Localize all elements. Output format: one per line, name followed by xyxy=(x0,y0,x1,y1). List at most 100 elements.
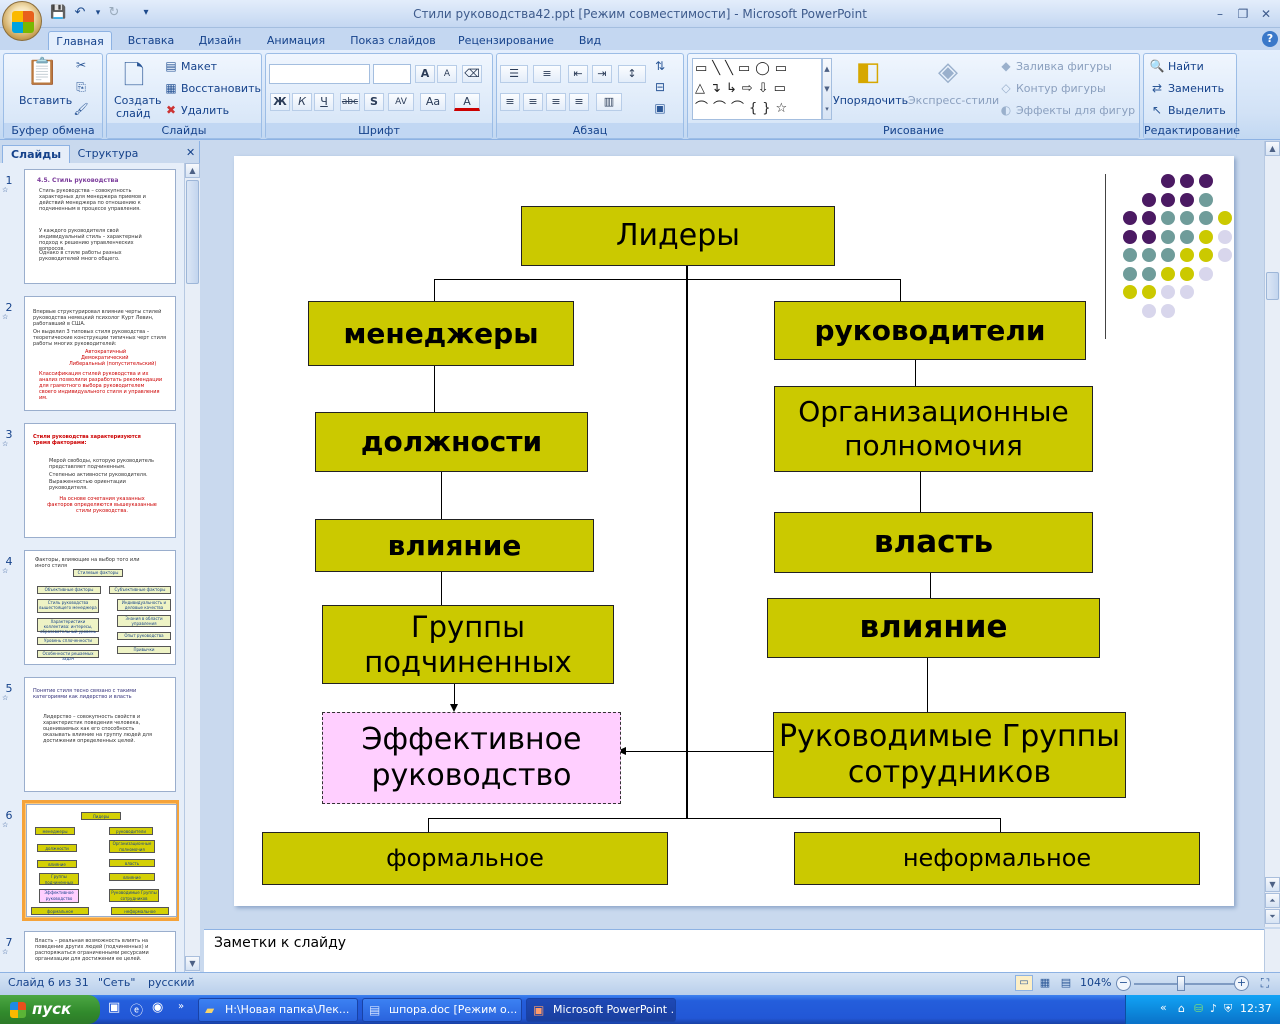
increase-indent-icon[interactable]: ⇥ xyxy=(592,65,612,83)
justify-icon[interactable]: ≡ xyxy=(569,93,589,111)
zoom-slider-thumb[interactable] xyxy=(1177,976,1185,991)
ie-quicklaunch-icon[interactable]: ⓔ xyxy=(130,1000,146,1019)
shapes-gallery[interactable]: ▭╲╲▭◯▭ △↴↳⇨⇩▭ ⌒⌒⌒{}☆ xyxy=(692,58,822,120)
shape-effects-button[interactable]: Эффекты для фигур xyxy=(1016,104,1135,117)
tray-expand-icon[interactable]: « xyxy=(1160,1001,1174,1014)
slide-thumbnail-4[interactable]: Факторы, влияющие на выбор того или иног… xyxy=(24,550,176,665)
delete-slide-icon[interactable]: ✖ xyxy=(163,102,179,118)
arrange-icon[interactable]: ◧ xyxy=(850,57,886,91)
italic-button[interactable]: К xyxy=(292,93,312,111)
select-icon[interactable]: ↖ xyxy=(1149,102,1165,118)
slide-thumbnail-5[interactable]: Понятие стиля тесно связано с такими кат… xyxy=(24,677,176,792)
columns-icon[interactable]: ▥ xyxy=(596,93,622,111)
new-slide-icon[interactable]: 🗋 xyxy=(117,57,151,91)
antivirus-icon[interactable]: ⛨ xyxy=(1224,1002,1232,1016)
align-text-icon[interactable]: ⊟ xyxy=(652,79,668,95)
help-icon[interactable]: ? xyxy=(1262,31,1278,47)
line-spacing-icon[interactable]: ↕ xyxy=(618,65,646,83)
case-button[interactable]: Aa xyxy=(420,93,446,111)
paste-icon[interactable]: 📋 xyxy=(26,57,58,91)
previous-slide-icon[interactable]: ⏶ xyxy=(1265,893,1280,908)
fit-to-window-icon[interactable]: ⛶ xyxy=(1256,976,1274,991)
tab-slideshow[interactable]: Показ слайдов xyxy=(343,31,443,50)
ppt-quicklaunch-icon[interactable]: ▣ xyxy=(108,1000,124,1018)
slide-thumbnail-2[interactable]: Впервые структурировал влияние черты сти… xyxy=(24,296,176,411)
replace-icon[interactable]: ⇄ xyxy=(1149,80,1165,96)
font-color-button[interactable]: A xyxy=(454,93,480,111)
paste-button[interactable]: Вставить xyxy=(19,94,72,107)
volume-icon[interactable]: ♪ xyxy=(1210,1002,1217,1015)
quick-styles-icon[interactable]: ◈ xyxy=(930,57,966,91)
taskbar-folder-window[interactable]: ▰ H:\Новая папка\Лек... xyxy=(198,998,358,1022)
arrange-button[interactable]: Упорядочить xyxy=(833,94,908,107)
shapes-gallery-scroll-icon[interactable]: ▲ ▼ ▾ xyxy=(822,58,832,120)
find-button[interactable]: Найти xyxy=(1168,60,1204,73)
language-status[interactable]: русский xyxy=(148,976,195,989)
zoom-level[interactable]: 104% xyxy=(1080,976,1111,989)
normal-view-icon[interactable]: ▭ xyxy=(1015,975,1033,991)
quick-styles-button[interactable]: Экспресс-стили xyxy=(908,94,999,107)
tab-design[interactable]: Дизайн xyxy=(190,31,250,50)
media-quicklaunch-icon[interactable]: ◉ xyxy=(152,1000,168,1018)
shape-fill-icon[interactable]: ◆ xyxy=(998,58,1014,74)
zoom-out-icon[interactable]: − xyxy=(1116,976,1131,991)
underline-button[interactable]: Ч xyxy=(314,93,334,111)
font-name-combo[interactable] xyxy=(269,64,370,84)
grow-font-button[interactable]: A xyxy=(415,65,435,83)
slide-thumbnail-1[interactable]: 4.5. Стиль руководства Стиль руководства… xyxy=(24,169,176,284)
notes-placeholder[interactable]: Заметки к слайду xyxy=(214,935,346,951)
next-slide-icon[interactable]: ⏷ xyxy=(1265,909,1280,924)
start-button[interactable]: пуск xyxy=(0,995,100,1024)
tab-insert[interactable]: Вставка xyxy=(120,31,182,50)
numbering-icon[interactable]: ≡ xyxy=(533,65,561,83)
scroll-up-icon[interactable]: ▲ xyxy=(185,163,200,178)
tab-review[interactable]: Рецензирование xyxy=(452,31,560,50)
reset-icon[interactable]: ▦ xyxy=(163,80,179,96)
tab-view[interactable]: Вид xyxy=(568,31,612,50)
slide-thumbnail-6[interactable]: Лидеры менеджеры руководители должности … xyxy=(26,804,177,917)
font-size-combo[interactable] xyxy=(373,64,411,84)
office-button[interactable] xyxy=(2,1,42,41)
align-left-icon[interactable]: ≡ xyxy=(500,93,520,111)
spacing-button[interactable]: AV xyxy=(388,93,414,111)
quicklaunch-expand-icon[interactable]: » xyxy=(178,1001,190,1019)
safely-remove-icon[interactable]: ⛁ xyxy=(1194,1002,1203,1015)
tab-outline-pane[interactable]: Структура xyxy=(72,145,144,163)
tab-slides-pane[interactable]: Слайды xyxy=(2,145,70,163)
scroll-down-icon[interactable]: ▼ xyxy=(1265,877,1280,892)
scroll-down-icon[interactable]: ▼ xyxy=(185,956,200,971)
slide-scrollbar[interactable] xyxy=(1264,141,1280,927)
clear-format-icon[interactable]: ⌫ xyxy=(462,65,482,83)
close-icon[interactable]: ✕ xyxy=(1256,5,1276,23)
minimize-icon[interactable]: – xyxy=(1210,5,1230,23)
layout-button[interactable]: Макет xyxy=(181,60,217,73)
scroll-up-icon[interactable]: ▲ xyxy=(1265,141,1280,156)
reset-button[interactable]: Восстановить xyxy=(181,82,261,95)
strike-button[interactable]: abc xyxy=(340,93,360,111)
replace-button[interactable]: Заменить xyxy=(1168,82,1224,95)
decrease-indent-icon[interactable]: ⇤ xyxy=(568,65,588,83)
cut-icon[interactable]: ✂ xyxy=(73,57,89,73)
new-slide-label-2[interactable]: слайд xyxy=(116,107,151,120)
delete-slide-button[interactable]: Удалить xyxy=(181,104,229,117)
align-right-icon[interactable]: ≡ xyxy=(546,93,566,111)
shape-outline-button[interactable]: Контур фигуры xyxy=(1016,82,1106,95)
bullets-icon[interactable]: ☰ xyxy=(500,65,528,83)
taskbar-powerpoint-window[interactable]: ▣ Microsoft PowerPoint ... xyxy=(526,998,676,1022)
tab-home[interactable]: Главная xyxy=(48,31,112,50)
notes-scrollbar[interactable] xyxy=(1264,929,1280,972)
copy-icon[interactable]: ⎘ xyxy=(73,79,89,95)
network-icon[interactable]: ⌂ xyxy=(1178,1002,1185,1015)
smartart-icon[interactable]: ▣ xyxy=(652,100,668,116)
tab-animation[interactable]: Анимация xyxy=(258,31,334,50)
align-center-icon[interactable]: ≡ xyxy=(523,93,543,111)
select-button[interactable]: Выделить xyxy=(1168,104,1226,117)
shadow-button[interactable]: S xyxy=(364,93,384,111)
bold-button[interactable]: Ж xyxy=(270,93,290,111)
zoom-in-icon[interactable]: + xyxy=(1234,976,1249,991)
slide-sorter-icon[interactable]: ▦ xyxy=(1036,975,1054,991)
slide-canvas[interactable]: Лидеры менеджеры руководители должности … xyxy=(234,156,1234,906)
notes-pane[interactable] xyxy=(204,929,1264,972)
close-pane-icon[interactable]: ✕ xyxy=(186,146,198,160)
scroll-thumb[interactable] xyxy=(1266,272,1279,300)
